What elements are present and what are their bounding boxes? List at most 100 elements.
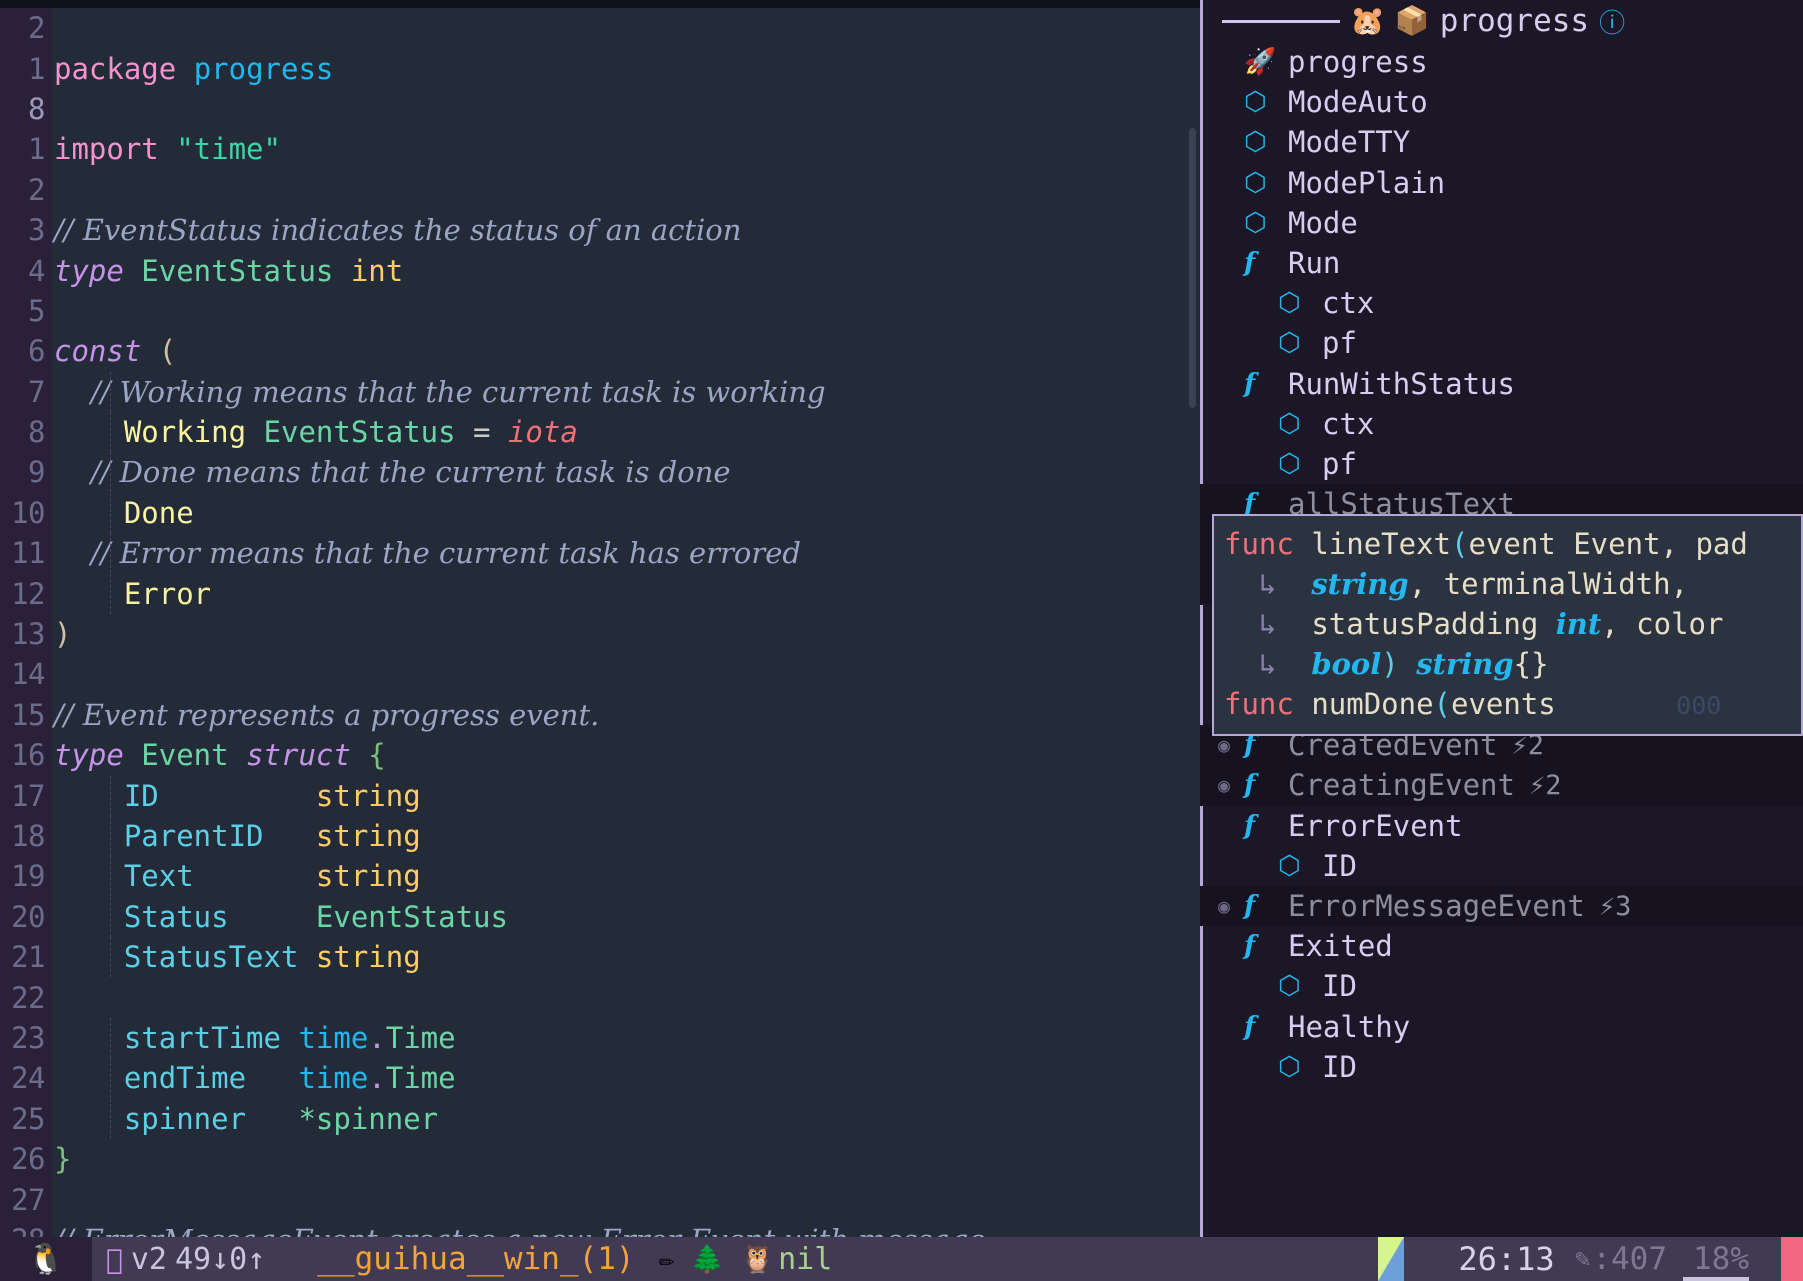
symbol-item-creatingevent[interactable]: ◉fCreatingEvent⚡2: [1200, 765, 1803, 805]
code-line[interactable]: 1import "time": [0, 129, 1200, 169]
code-token: import: [54, 132, 176, 166]
symbol-item-ctx[interactable]: ⬡ctx: [1200, 283, 1803, 323]
indent-guide: [110, 1099, 111, 1139]
symbol-item-mode[interactable]: ⬡Mode: [1200, 203, 1803, 243]
line-number: 3: [0, 210, 52, 250]
git-status[interactable]:  v2 49↓0↑: [92, 1242, 265, 1277]
total-lines-label: :407: [1592, 1241, 1667, 1277]
code-line[interactable]: 21 StatusText string: [0, 937, 1200, 977]
symbol-item-modeplain[interactable]: ⬡ModePlain: [1200, 163, 1803, 203]
editor-scrollbar[interactable]: [1189, 128, 1196, 408]
code-line[interactable]: 5: [0, 291, 1200, 331]
code-line[interactable]: 24 endTime time.Time: [0, 1058, 1200, 1098]
penguin-icon: 🐧: [27, 1242, 64, 1277]
cube-icon: ⬡: [1244, 168, 1288, 198]
symbol-item-progress[interactable]: 🚀progress: [1200, 42, 1803, 82]
code-token: type: [54, 254, 124, 288]
code-token: struct: [246, 738, 351, 772]
code-line[interactable]: 19 Text string: [0, 856, 1200, 896]
statusline-end-block: [1781, 1237, 1803, 1281]
symbol-label: ModePlain: [1288, 167, 1445, 199]
line-number: 10: [0, 493, 52, 533]
code-line[interactable]: 11 // Error means that the current task …: [0, 533, 1200, 573]
symbol-item-id[interactable]: ⬡ID: [1200, 846, 1803, 886]
symbol-item-runwithstatus[interactable]: fRunWithStatus: [1200, 364, 1803, 404]
popup-token: string: [1311, 567, 1408, 601]
code-token: type: [54, 738, 124, 772]
git-branch-icon: : [106, 1243, 123, 1276]
code-line[interactable]: 2: [0, 170, 1200, 210]
cube-icon: ⬡: [1278, 409, 1322, 439]
statusline-underline: [1683, 1277, 1749, 1281]
symbol-label: ID: [1322, 970, 1357, 1002]
code-line[interactable]: 3// EventStatus indicates the status of …: [0, 210, 1200, 250]
symbol-item-healthy[interactable]: fHealthy: [1200, 1007, 1803, 1047]
code-token: {: [351, 738, 386, 772]
code-line[interactable]: 8: [0, 89, 1200, 129]
function-f-icon: f: [1244, 770, 1288, 800]
code-token: progress: [194, 52, 334, 86]
symbol-item-run[interactable]: fRun: [1200, 243, 1803, 283]
symbol-item-ctx[interactable]: ⬡ctx: [1200, 404, 1803, 444]
code-line[interactable]: 6const (: [0, 331, 1200, 371]
code-line[interactable]: 23 startTime time.Time: [0, 1018, 1200, 1058]
code-token: Event: [124, 738, 246, 772]
code-line[interactable]: 1package progress: [0, 48, 1200, 88]
symbol-item-errormessageevent[interactable]: ◉fErrorMessageEvent⚡3: [1200, 886, 1803, 926]
panel-title: progress: [1440, 4, 1589, 38]
symbol-label: Exited: [1288, 930, 1393, 962]
code-line[interactable]: 7 // Working means that the current task…: [0, 372, 1200, 412]
symbol-item-pf[interactable]: ⬡pf: [1200, 444, 1803, 484]
code-line[interactable]: 14: [0, 654, 1200, 694]
line-number: 8: [0, 89, 52, 129]
code-line[interactable]: 22: [0, 977, 1200, 1017]
code-line[interactable]: 18 ParentID string: [0, 816, 1200, 856]
code-token: // Error means that the current task has…: [54, 536, 801, 570]
code-line[interactable]: 15// Event represents a progress event.: [0, 695, 1200, 735]
popup-token: func: [1224, 687, 1311, 721]
code-token: string: [316, 940, 421, 974]
popup-signature-line: ↳ statusPadding int, color: [1224, 604, 1801, 644]
symbol-item-errorevent[interactable]: fErrorEvent: [1200, 806, 1803, 846]
code-lines-container[interactable]: 21package progress81import "time"23// Ev…: [0, 8, 1200, 1260]
code-line[interactable]: 16type Event struct {: [0, 735, 1200, 775]
symbol-reference-badge: ⚡3: [1599, 891, 1632, 922]
code-line[interactable]: 26}: [0, 1139, 1200, 1179]
symbol-item-modetty[interactable]: ⬡ModeTTY: [1200, 122, 1803, 162]
line-content: ): [52, 614, 1200, 654]
tree-icon: 🌲: [691, 1243, 725, 1275]
code-line[interactable]: 13): [0, 614, 1200, 654]
line-number: 1: [0, 49, 52, 89]
line-number: 25: [0, 1099, 52, 1139]
symbol-item-pf[interactable]: ⬡pf: [1200, 323, 1803, 363]
symbol-item-id[interactable]: ⬡ID: [1200, 966, 1803, 1006]
popup-signature-line: func lineText(event Event, pad: [1224, 524, 1801, 564]
line-number: 14: [0, 654, 52, 694]
code-line[interactable]: 10 Done: [0, 493, 1200, 533]
popup-token: (: [1434, 687, 1451, 721]
lsp-status-label: nil: [778, 1242, 832, 1277]
code-line[interactable]: 8 Working EventStatus = iota: [0, 412, 1200, 452]
code-editor-pane[interactable]: 21package progress81import "time"23// Ev…: [0, 8, 1200, 1237]
line-number: 12: [0, 574, 52, 614]
code-line[interactable]: 12 Error: [0, 573, 1200, 613]
line-content: Error: [52, 574, 1200, 614]
symbol-item-modeauto[interactable]: ⬡ModeAuto: [1200, 82, 1803, 122]
line-content: type EventStatus int: [52, 251, 1200, 291]
symbol-item-exited[interactable]: fExited: [1200, 926, 1803, 966]
code-line[interactable]: 4type EventStatus int: [0, 250, 1200, 290]
cube-icon: ⬡: [1278, 851, 1322, 881]
code-line[interactable]: 2: [0, 8, 1200, 48]
symbol-item-id[interactable]: ⬡ID: [1200, 1047, 1803, 1087]
code-line[interactable]: 9 // Done means that the current task is…: [0, 452, 1200, 492]
line-number: 17: [0, 776, 52, 816]
code-line[interactable]: 20 Status EventStatus: [0, 897, 1200, 937]
owl-icon: 🦉: [740, 1243, 774, 1275]
code-token: EventStatus: [246, 415, 473, 449]
info-icon[interactable]: ⓘ: [1599, 3, 1625, 40]
code-line[interactable]: 17 ID string: [0, 775, 1200, 815]
code-token: Working: [54, 415, 246, 449]
indent-guide: [110, 856, 111, 896]
code-line[interactable]: 27: [0, 1179, 1200, 1219]
code-line[interactable]: 25 spinner *spinner: [0, 1099, 1200, 1139]
